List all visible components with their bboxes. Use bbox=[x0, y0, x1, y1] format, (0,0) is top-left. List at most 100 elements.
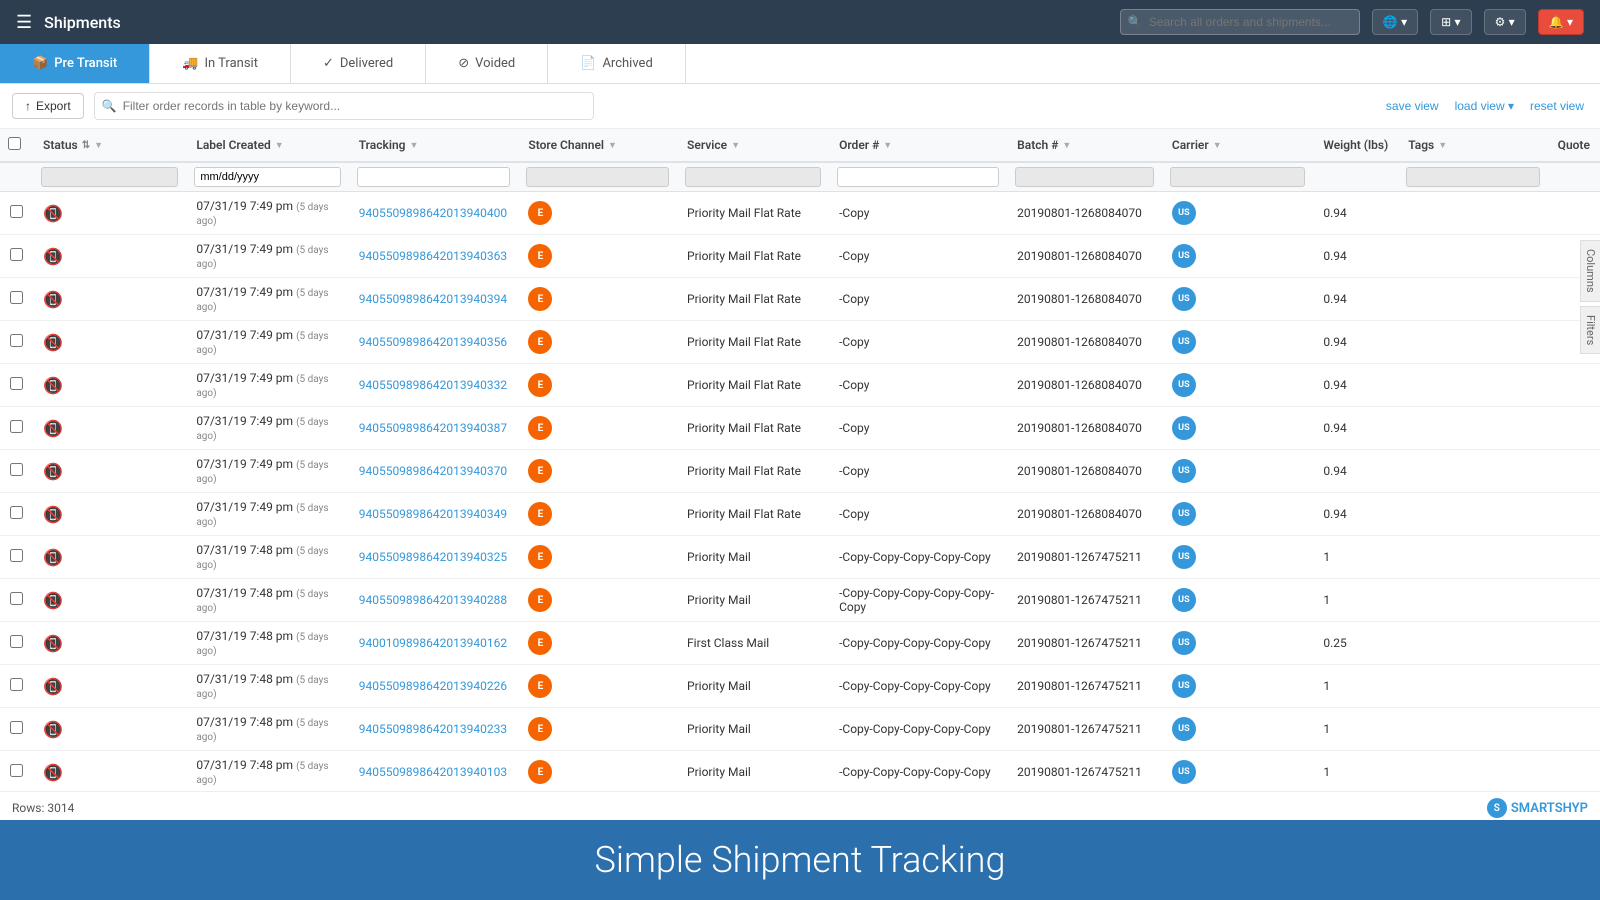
row-checkbox[interactable] bbox=[10, 721, 23, 734]
label-created-filter-input[interactable] bbox=[194, 167, 340, 187]
col-weight[interactable]: Weight (lbs) bbox=[1313, 129, 1398, 162]
global-search-input[interactable] bbox=[1120, 9, 1360, 35]
col-carrier[interactable]: Carrier ▼ bbox=[1162, 129, 1313, 162]
label-date: 07/31/19 7:49 pm bbox=[196, 371, 293, 385]
row-checkbox[interactable] bbox=[10, 592, 23, 605]
columns-side-label[interactable]: Columns bbox=[1580, 240, 1600, 302]
row-tracking[interactable]: 9405509898642013940233 bbox=[349, 708, 519, 751]
hamburger-menu-icon[interactable]: ☰ bbox=[16, 12, 32, 33]
row-checkbox[interactable] bbox=[10, 420, 23, 433]
tab-pre-transit[interactable]: 📦 Pre Transit bbox=[0, 44, 150, 83]
row-carrier: US bbox=[1162, 708, 1313, 751]
tab-archived[interactable]: 📄 Archived bbox=[548, 44, 686, 83]
service-filter-input[interactable] bbox=[685, 167, 821, 187]
table-row: 📵07/31/19 7:48 pm (5 days ago)9405509898… bbox=[0, 536, 1600, 579]
tracking-filter-input[interactable] bbox=[357, 167, 511, 187]
row-checkbox[interactable] bbox=[10, 248, 23, 261]
sort-icon[interactable]: ⇅ bbox=[82, 140, 90, 151]
filter-tags bbox=[1398, 162, 1547, 192]
carrier-filter-input[interactable] bbox=[1170, 167, 1305, 187]
status-filter-input[interactable] bbox=[41, 167, 178, 187]
label-date: 07/31/19 7:48 pm bbox=[196, 543, 293, 557]
col-order-num[interactable]: Order # ▼ bbox=[829, 129, 1007, 162]
row-tracking[interactable]: 9405509898642013940363 bbox=[349, 235, 519, 278]
row-checkbox[interactable] bbox=[10, 506, 23, 519]
batch-num-filter-input[interactable] bbox=[1015, 167, 1154, 187]
row-checkbox[interactable] bbox=[10, 764, 23, 777]
channel-icon: E bbox=[528, 717, 552, 741]
filter-icon[interactable]: ▼ bbox=[94, 140, 103, 151]
row-checkbox[interactable] bbox=[10, 549, 23, 562]
row-status: 📵 bbox=[33, 192, 186, 235]
col-tags[interactable]: Tags ▼ bbox=[1398, 129, 1547, 162]
export-button[interactable]: ↑ Export bbox=[12, 93, 84, 119]
reset-view-button[interactable]: reset view bbox=[1526, 95, 1588, 117]
row-checkbox[interactable] bbox=[10, 334, 23, 347]
tags-filter-input[interactable] bbox=[1406, 167, 1539, 187]
row-tracking[interactable]: 9400109898642013940162 bbox=[349, 622, 519, 665]
select-all-checkbox[interactable] bbox=[8, 137, 21, 150]
notification-button[interactable]: 🔔 ▾ bbox=[1538, 9, 1584, 35]
row-tracking[interactable]: 9405509898642013940394 bbox=[349, 278, 519, 321]
row-checkbox[interactable] bbox=[10, 205, 23, 218]
filter-icon-lc[interactable]: ▼ bbox=[275, 140, 284, 151]
col-store-channel[interactable]: Store Channel ▼ bbox=[518, 129, 677, 162]
filter-icon-bn[interactable]: ▼ bbox=[1062, 140, 1071, 151]
save-view-button[interactable]: save view bbox=[1382, 95, 1443, 117]
filter-icon-svc[interactable]: ▼ bbox=[731, 140, 740, 151]
load-view-button[interactable]: load view ▾ bbox=[1451, 95, 1518, 117]
row-tracking[interactable]: 9405509898642013940387 bbox=[349, 407, 519, 450]
row-tracking[interactable]: 9405509898642013940356 bbox=[349, 321, 519, 364]
settings-button[interactable]: ⚙ ▾ bbox=[1484, 9, 1526, 35]
row-checkbox-cell bbox=[0, 364, 33, 407]
globe-button[interactable]: 🌐 ▾ bbox=[1372, 9, 1418, 35]
col-quote[interactable]: Quote bbox=[1548, 129, 1600, 162]
row-tracking[interactable]: 9405509898642013940332 bbox=[349, 364, 519, 407]
row-tracking[interactable]: 9405509898642013940288 bbox=[349, 579, 519, 622]
filter-search-input[interactable] bbox=[94, 92, 594, 120]
col-service[interactable]: Service ▼ bbox=[677, 129, 829, 162]
grid-button[interactable]: ⊞ ▾ bbox=[1430, 9, 1471, 35]
col-status[interactable]: Status ⇅ ▼ bbox=[33, 129, 186, 162]
row-tags bbox=[1398, 321, 1547, 364]
row-service: Priority Mail bbox=[677, 536, 829, 579]
row-tracking[interactable]: 9405509898642013940370 bbox=[349, 450, 519, 493]
filter-icon-tg[interactable]: ▼ bbox=[1438, 140, 1447, 151]
row-checkbox-cell bbox=[0, 622, 33, 665]
row-checkbox[interactable] bbox=[10, 377, 23, 390]
store-channel-filter-input[interactable] bbox=[526, 167, 669, 187]
col-batch-num[interactable]: Batch # ▼ bbox=[1007, 129, 1162, 162]
row-checkbox[interactable] bbox=[10, 635, 23, 648]
row-tracking[interactable]: 9405509898642013940400 bbox=[349, 192, 519, 235]
row-tracking[interactable]: 9405509898642013940325 bbox=[349, 536, 519, 579]
row-checkbox[interactable] bbox=[10, 291, 23, 304]
filter-icon-tr[interactable]: ▼ bbox=[410, 140, 419, 151]
tab-voided[interactable]: ⊘ Voided bbox=[426, 44, 548, 83]
shipments-table: Status ⇅ ▼ Label Created ▼ Trackin bbox=[0, 129, 1600, 791]
row-tracking[interactable]: 9405509898642013940103 bbox=[349, 751, 519, 792]
row-tracking[interactable]: 9405509898642013940349 bbox=[349, 493, 519, 536]
filter-icon-on[interactable]: ▼ bbox=[883, 140, 892, 151]
filter-icon-ca[interactable]: ▼ bbox=[1213, 140, 1222, 151]
row-checkbox[interactable] bbox=[10, 463, 23, 476]
select-all-col[interactable] bbox=[0, 129, 33, 162]
row-store-channel: E bbox=[518, 450, 677, 493]
channel-icon: E bbox=[528, 287, 552, 311]
filter-carrier bbox=[1162, 162, 1313, 192]
row-checkbox[interactable] bbox=[10, 678, 23, 691]
row-status: 📵 bbox=[33, 622, 186, 665]
tags-col-label: Tags bbox=[1408, 138, 1434, 152]
col-label-created[interactable]: Label Created ▼ bbox=[186, 129, 348, 162]
row-tracking[interactable]: 9405509898642013940226 bbox=[349, 665, 519, 708]
filters-side-label[interactable]: Filters bbox=[1580, 306, 1600, 354]
filter-icon-sc[interactable]: ▼ bbox=[608, 140, 617, 151]
tab-in-transit[interactable]: 🚚 In Transit bbox=[150, 44, 291, 83]
row-store-channel: E bbox=[518, 751, 677, 792]
table-row: 📵07/31/19 7:48 pm (5 days ago)9405509898… bbox=[0, 708, 1600, 751]
col-tracking[interactable]: Tracking ▼ bbox=[349, 129, 519, 162]
tab-pre-transit-label: Pre Transit bbox=[54, 56, 117, 71]
tab-delivered[interactable]: ✓ Delivered bbox=[291, 44, 426, 83]
order-num-filter-input[interactable] bbox=[837, 167, 999, 187]
status-error-icon: 📵 bbox=[43, 290, 63, 309]
row-service: Priority Mail bbox=[677, 751, 829, 792]
